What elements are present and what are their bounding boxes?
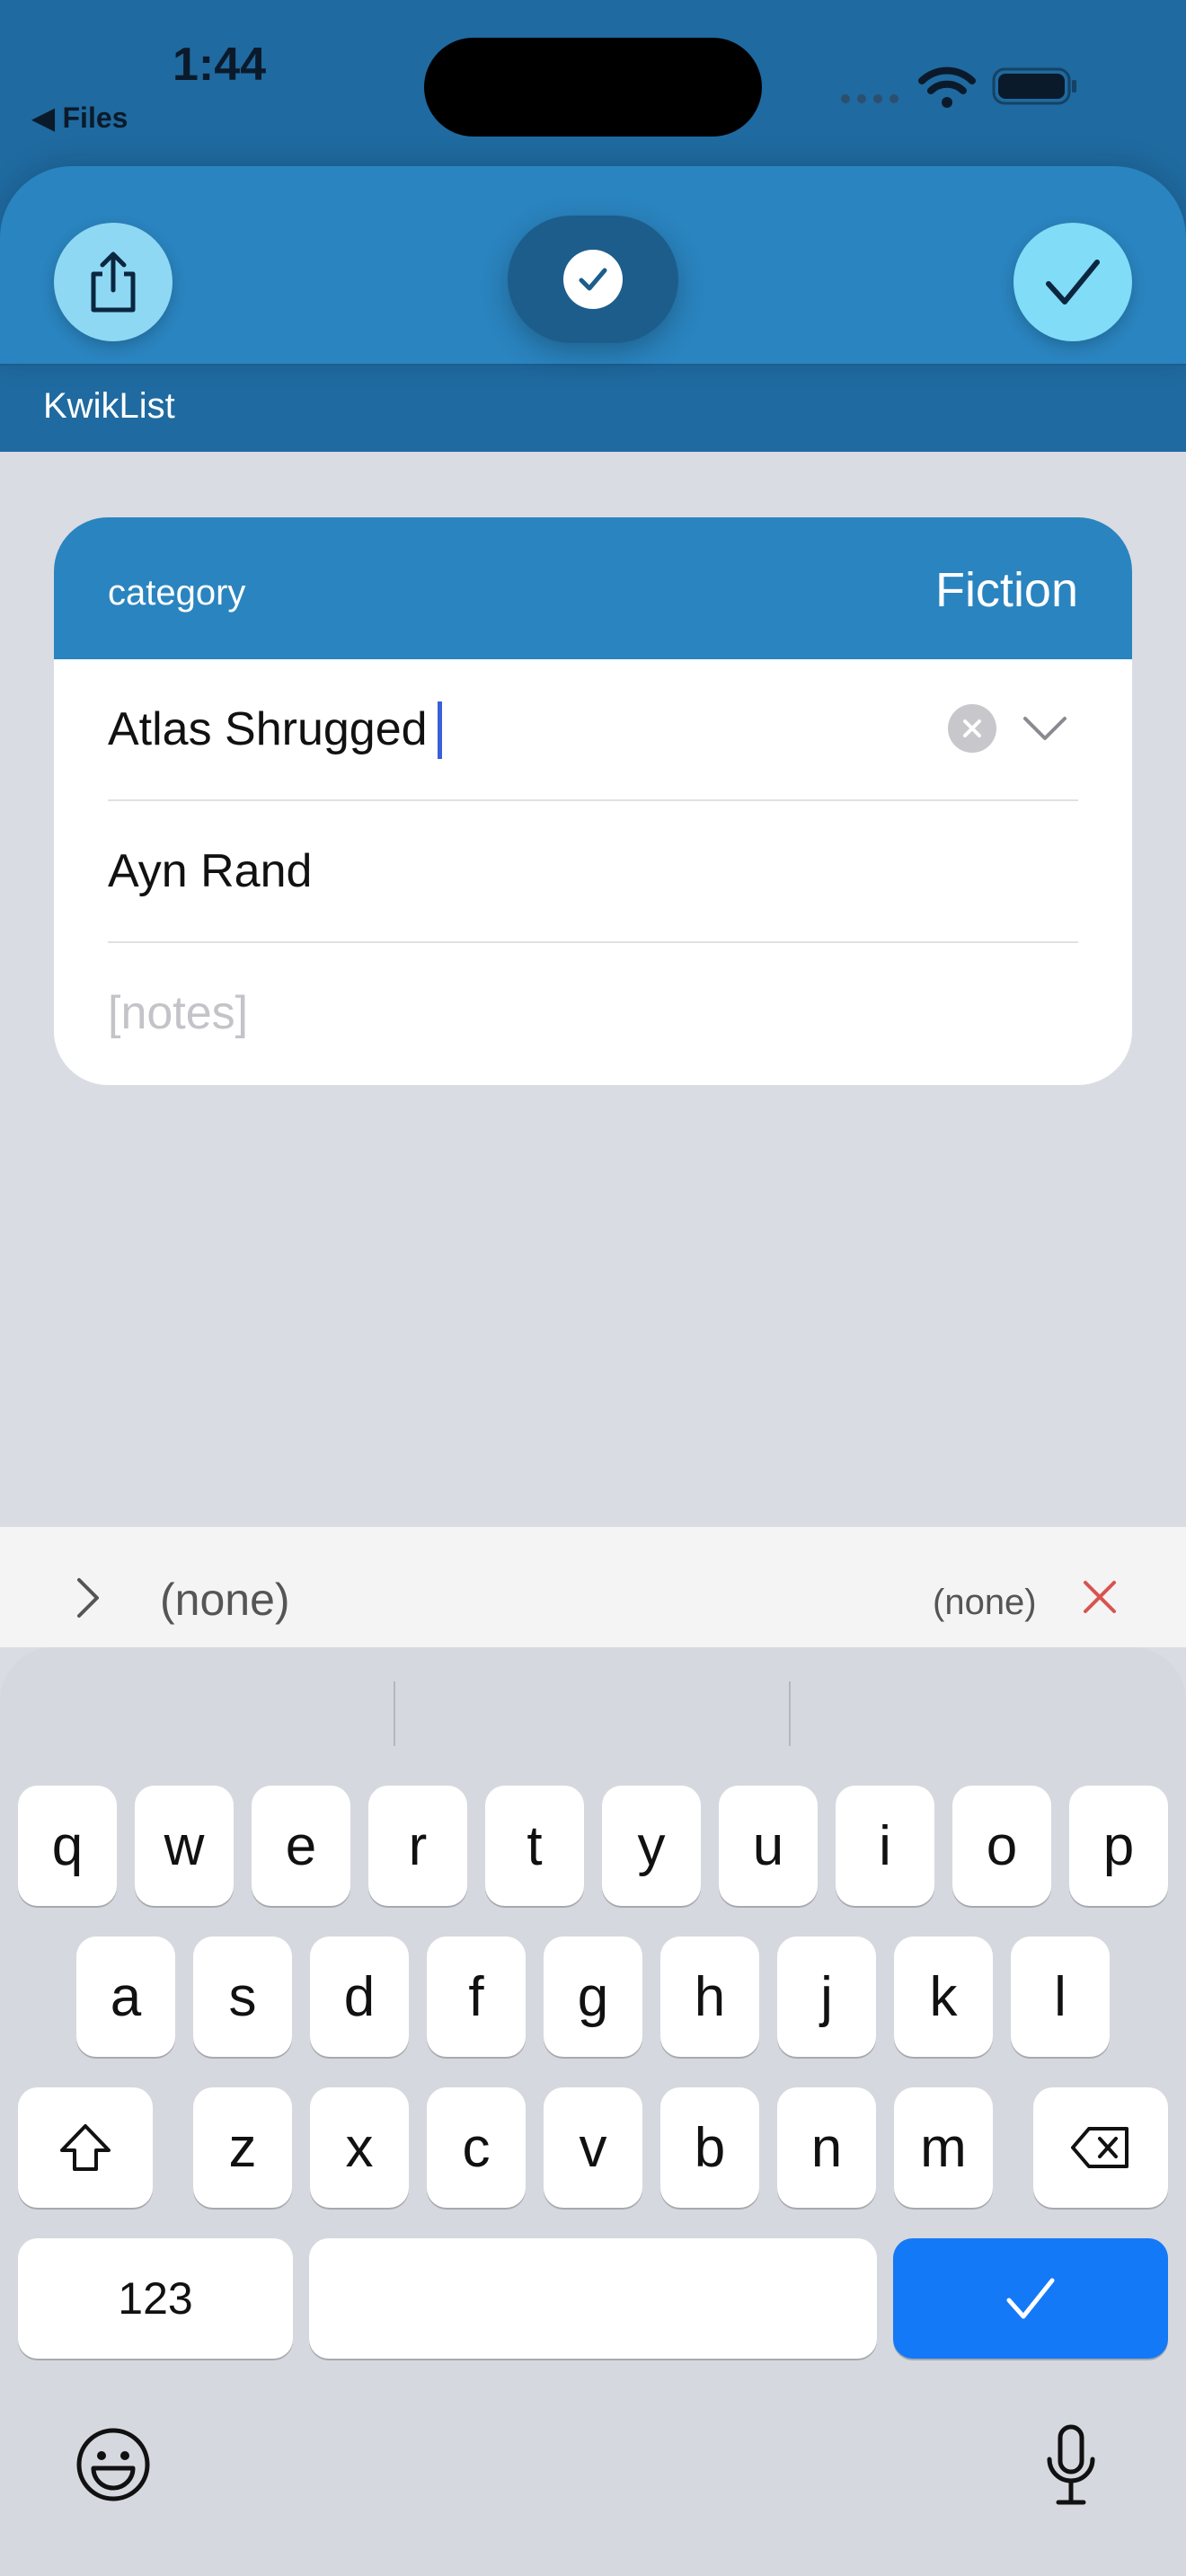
key-u[interactable]: u (719, 1786, 818, 1906)
key-o[interactable]: o (952, 1786, 1051, 1906)
divider (108, 941, 1078, 943)
shift-icon (60, 2124, 111, 2171)
chevron-right-icon[interactable] (72, 1575, 104, 1621)
wifi-icon (918, 66, 976, 108)
checkmark-icon (1006, 2278, 1055, 2319)
clear-button[interactable] (948, 704, 996, 753)
chevron-down-icon[interactable] (1020, 706, 1070, 751)
key-v[interactable]: v (544, 2087, 642, 2208)
item-card: category Fiction Atlas Shrugged Ayn Rand… (54, 517, 1132, 1085)
key-j[interactable]: j (777, 1936, 876, 2057)
checkmark-icon (579, 268, 607, 291)
key-k[interactable]: k (894, 1936, 993, 2057)
key-r[interactable]: r (368, 1786, 467, 1906)
return-key[interactable] (893, 2238, 1168, 2359)
author-field[interactable]: Ayn Rand (108, 844, 312, 898)
key-f[interactable]: f (427, 1936, 526, 2057)
key-l[interactable]: l (1011, 1936, 1110, 2057)
numbers-key[interactable]: 123 (18, 2238, 293, 2359)
dynamic-island (424, 38, 762, 137)
key-a[interactable]: a (76, 1936, 175, 2057)
done-toggle-button[interactable] (508, 216, 678, 343)
category-value[interactable]: Fiction (54, 562, 1078, 618)
status-time: 1:44 (173, 39, 267, 91)
confirm-button[interactable] (1013, 223, 1132, 341)
emoji-icon[interactable] (75, 2427, 151, 2502)
back-label: Files (62, 101, 128, 134)
title-field[interactable]: Atlas Shrugged (108, 702, 428, 756)
battery-icon (992, 67, 1076, 105)
share-icon (91, 251, 136, 313)
delete-key[interactable] (1033, 2087, 1168, 2208)
microphone-icon[interactable] (1044, 2423, 1098, 2506)
app-title: KwikList (43, 386, 175, 426)
checkmark-badge (563, 250, 623, 309)
key-p[interactable]: p (1069, 1786, 1168, 1906)
delete-icon (1071, 2127, 1128, 2168)
key-y[interactable]: y (602, 1786, 701, 1906)
key-g[interactable]: g (544, 1936, 642, 2057)
key-n[interactable]: n (777, 2087, 876, 2208)
space-key[interactable] (309, 2238, 877, 2359)
key-b[interactable]: b (660, 2087, 759, 2208)
notes-field[interactable]: [notes] (108, 986, 248, 1040)
suggestion-left[interactable]: (none) (160, 1574, 290, 1626)
divider (0, 364, 1186, 366)
suggestion-right[interactable]: (none) (933, 1583, 1037, 1623)
key-i[interactable]: i (836, 1786, 934, 1906)
signal-dots-icon (841, 94, 898, 103)
key-t[interactable]: t (485, 1786, 584, 1906)
close-icon[interactable] (1080, 1577, 1120, 1617)
key-s[interactable]: s (193, 1936, 292, 2057)
shift-key[interactable] (18, 2087, 153, 2208)
key-e[interactable]: e (252, 1786, 350, 1906)
back-to-files-link[interactable]: ◀ Files (32, 101, 128, 135)
checkmark-icon (1046, 260, 1100, 304)
key-x[interactable]: x (310, 2087, 409, 2208)
category-header[interactable]: category Fiction (54, 517, 1132, 659)
clear-icon (963, 719, 981, 737)
predictive-separator (789, 1681, 791, 1746)
key-z[interactable]: z (193, 2087, 292, 2208)
predictive-separator (394, 1681, 395, 1746)
text-cursor (438, 701, 442, 759)
share-button[interactable] (54, 223, 173, 341)
back-triangle-icon: ◀ (32, 101, 63, 134)
key-h[interactable]: h (660, 1936, 759, 2057)
key-d[interactable]: d (310, 1936, 409, 2057)
key-c[interactable]: c (427, 2087, 526, 2208)
key-q[interactable]: q (18, 1786, 117, 1906)
key-m[interactable]: m (894, 2087, 993, 2208)
divider (108, 799, 1078, 801)
key-w[interactable]: w (135, 1786, 234, 1906)
